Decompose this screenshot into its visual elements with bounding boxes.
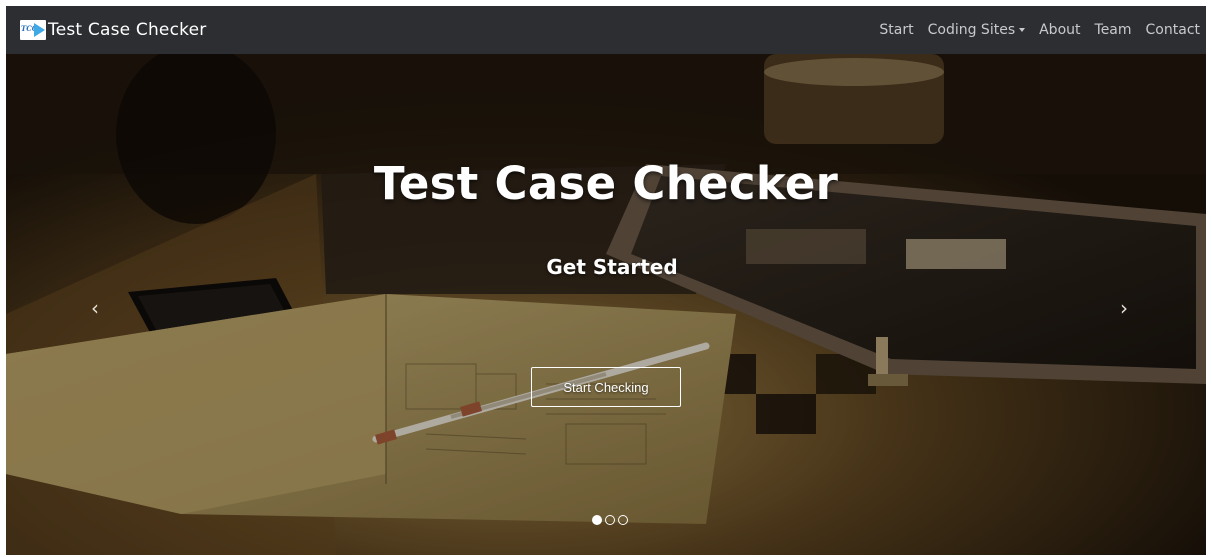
carousel-indicator-2[interactable] bbox=[605, 515, 615, 525]
brand-title: Test Case Checker bbox=[48, 20, 207, 40]
nav-link-label: Coding Sites bbox=[927, 22, 1016, 38]
chevron-left-icon: ‹ bbox=[91, 296, 99, 320]
hero-title: Test Case Checker bbox=[373, 157, 839, 210]
hero-background-image bbox=[6, 54, 1206, 555]
nav-link-contact[interactable]: Contact bbox=[1146, 22, 1200, 38]
carousel-indicators bbox=[592, 515, 628, 525]
nav-link-about[interactable]: About bbox=[1039, 22, 1080, 38]
logo-mark-icon bbox=[34, 23, 45, 37]
chevron-right-icon: › bbox=[1120, 296, 1128, 320]
nav-link-team[interactable]: Team bbox=[1095, 22, 1132, 38]
nav-link-label: Contact bbox=[1145, 22, 1200, 38]
carousel-prev-button[interactable]: ‹ bbox=[91, 296, 99, 320]
nav-link-start[interactable]: Start bbox=[879, 22, 913, 38]
nav-link-label: About bbox=[1039, 22, 1081, 38]
carousel-indicator-1[interactable] bbox=[592, 515, 602, 525]
chevron-down-icon bbox=[1019, 28, 1026, 32]
navbar: TCC Test Case Checker Start Coding Sites… bbox=[6, 6, 1206, 54]
brand-link[interactable]: TCC Test Case Checker bbox=[20, 20, 206, 40]
carousel-next-button[interactable]: › bbox=[1120, 296, 1128, 320]
nav-links: Start Coding Sites About Team Contact bbox=[865, 22, 1200, 38]
start-checking-button[interactable]: Start Checking bbox=[531, 367, 681, 407]
nav-link-coding-sites[interactable]: Coding Sites bbox=[928, 22, 1026, 38]
nav-link-label: Start bbox=[879, 22, 914, 38]
hero-subtitle: Get Started bbox=[546, 255, 678, 279]
nav-link-label: Team bbox=[1094, 22, 1132, 38]
browser-viewport: TCC Test Case Checker Start Coding Sites… bbox=[6, 6, 1206, 555]
hero-carousel: ‹ › Test Case Checker Get Started Start … bbox=[6, 54, 1206, 555]
carousel-indicator-3[interactable] bbox=[618, 515, 628, 525]
brand-logo: TCC bbox=[20, 20, 46, 40]
